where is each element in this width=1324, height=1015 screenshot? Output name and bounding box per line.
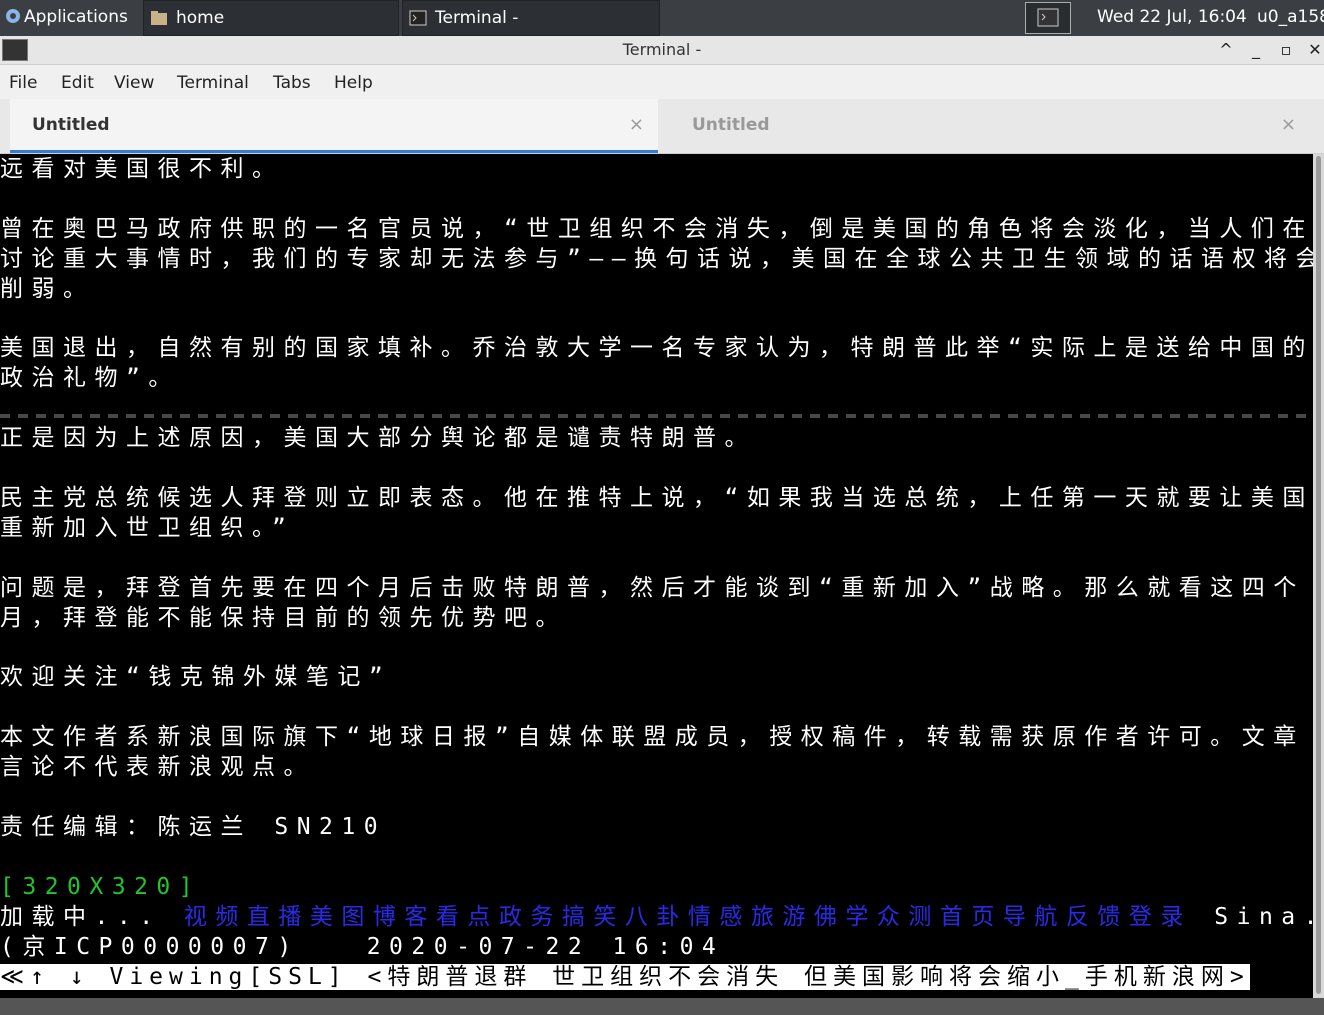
terminal-line: 月，拜登能不能保持目前的领先优势吧。 bbox=[0, 604, 567, 631]
user-name[interactable]: u0_a158 bbox=[1257, 0, 1324, 36]
show-desktop-icon bbox=[1037, 8, 1059, 27]
terminal-scrollbar[interactable] bbox=[1313, 154, 1324, 998]
status-line: ≪↑ ↓ Viewing[SSL] <特朗普退群 世卫组织不会消失 但美国影响将… bbox=[0, 964, 1250, 990]
show-desktop-button[interactable] bbox=[1025, 2, 1071, 34]
taskbar-terminal-label: Terminal - bbox=[435, 8, 519, 28]
render-artifact-strip bbox=[0, 414, 1313, 418]
maximize-button[interactable]: ▫ bbox=[1272, 36, 1300, 64]
tab-untitled-1[interactable]: Untitled × bbox=[10, 99, 658, 153]
menubar: File Edit View Terminal Tabs Help bbox=[0, 65, 1324, 99]
status-line-wrap: ≪↑ ↓ Viewing[SSL] <特朗普退群 世卫组织不会消失 但美国影响将… bbox=[0, 962, 1250, 992]
terminal-icon bbox=[409, 10, 427, 26]
clock[interactable]: Wed 22 Jul, 16:04 bbox=[1097, 0, 1257, 36]
menu-help[interactable]: Help bbox=[334, 65, 373, 101]
terminal-screen[interactable]: 远看对美国很不利。曾在奥巴马政府供职的一名官员说，“世卫组织不会消失，倒是美国的… bbox=[0, 154, 1313, 998]
tab-close-icon[interactable]: × bbox=[629, 99, 644, 151]
shade-button[interactable]: ^ bbox=[1212, 36, 1240, 64]
terminal-line: 讨论重大事情时，我们的专家却无法参与”——换句话说，美国在全球公共卫生领域的话语… bbox=[0, 245, 1313, 272]
terminal-line: 美国退出，自然有别的国家填补。乔治敦大学一名专家认为，特朗普此举“实际上是送给中… bbox=[0, 335, 1313, 362]
window-bottom-border bbox=[0, 998, 1324, 1015]
menu-tabs[interactable]: Tabs bbox=[273, 65, 311, 101]
nav-links[interactable]: 视频直播美图博客看点政务搞笑八卦情感旅游佛学众测首页导航反馈登录 bbox=[184, 904, 1192, 930]
terminal-line: 政治礼物”。 bbox=[0, 365, 180, 392]
icp-line: (京ICP0000007) 2020-07-22 16:04 bbox=[0, 934, 725, 960]
menu-terminal[interactable]: Terminal bbox=[177, 65, 249, 101]
terminal-line: 欢迎关注“钱克锦外媒笔记” bbox=[0, 664, 392, 691]
loading-text: 加载中... bbox=[0, 904, 162, 930]
sina-link[interactable]: Sina.cn bbox=[1192, 904, 1313, 930]
terminal-line: 正是因为上述原因，美国大部分舆论都是谴责特朗普。 bbox=[0, 425, 756, 452]
terminal-line: 言论不代表新浪观点。 bbox=[0, 754, 315, 780]
taskbar-home-label: home bbox=[176, 8, 225, 28]
applications-menu-button[interactable]: Applications bbox=[0, 0, 146, 36]
terminal-line: 本文作者系新浪国际旗下“地球日报”自媒体联盟成员，授权稿件，转载需获原作者许可。… bbox=[0, 724, 1305, 751]
terminal-line: 削弱。 bbox=[0, 275, 95, 302]
terminal-line: 责任编辑：陈运兰 SN210 bbox=[0, 813, 387, 840]
taskbar-home-button[interactable]: home bbox=[143, 0, 399, 36]
xfce-logo-icon bbox=[6, 9, 20, 23]
minimize-button[interactable]: _ bbox=[1242, 36, 1270, 64]
loading-line: 加载中... 视频直播美图博客看点政务搞笑八卦情感旅游佛学众测首页导航反馈登录 … bbox=[0, 902, 1313, 932]
tab-bar: Untitled × Untitled × bbox=[0, 99, 1324, 154]
menu-edit[interactable]: Edit bbox=[61, 65, 94, 101]
folder-home-icon bbox=[151, 11, 167, 25]
close-button[interactable]: ✕ bbox=[1301, 36, 1324, 64]
terminal-line: 重新加入世卫组织。” bbox=[0, 514, 295, 541]
window-title: Terminal - bbox=[622, 40, 702, 59]
tab-label: Untitled bbox=[32, 115, 110, 135]
applications-label: Applications bbox=[24, 7, 128, 27]
image-placeholder-tag[interactable]: [320X320] bbox=[0, 872, 201, 902]
terminal-line: 曾在奥巴马政府供职的一名官员说，“世卫组织不会消失，倒是美国的角色将会淡化，当人… bbox=[0, 215, 1313, 242]
tab-label: Untitled bbox=[692, 115, 770, 135]
tab-untitled-2[interactable]: Untitled × bbox=[670, 99, 1310, 153]
terminal-line: 远看对美国很不利。 bbox=[0, 156, 284, 182]
scrollbar-thumb[interactable] bbox=[1316, 156, 1321, 994]
tab-close-icon[interactable]: × bbox=[1281, 99, 1296, 151]
taskbar: Applications home Terminal - Wed 22 Jul,… bbox=[0, 0, 1324, 36]
terminal-line: 问题是，拜登首先要在四个月后击败特朗普，然后才能谈到“重新加入”战略。那么就看这… bbox=[0, 574, 1305, 601]
window-titlebar[interactable]: Terminal - ^ _ ▫ ✕ bbox=[0, 36, 1324, 65]
terminal-line: 民主党总统候选人拜登则立即表态。他在推特上说，“如果我当选总统，上任第一天就要让… bbox=[0, 484, 1313, 511]
menu-file[interactable]: File bbox=[9, 65, 37, 101]
taskbar-terminal-button[interactable]: Terminal - bbox=[402, 0, 660, 36]
menu-view[interactable]: View bbox=[114, 65, 154, 101]
